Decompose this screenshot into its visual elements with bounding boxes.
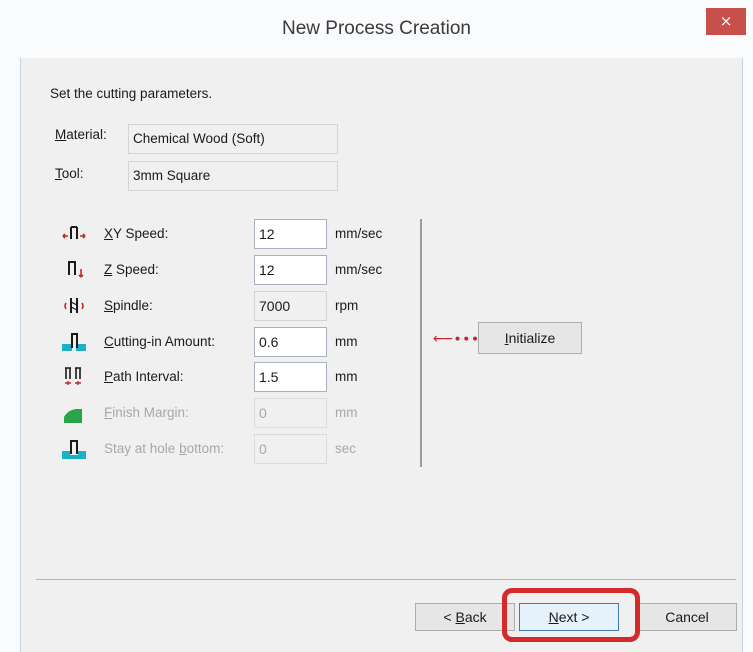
xy-speed-icon	[62, 226, 86, 239]
instruction-text: Set the cutting parameters.	[50, 86, 213, 101]
spindle-label: Spindle:	[104, 298, 153, 313]
close-button[interactable]: ×	[706, 8, 746, 35]
frame-border-left	[0, 58, 21, 652]
xy-speed-label: XY Speed:	[104, 226, 169, 241]
finish-margin-icon	[64, 409, 82, 423]
hole-bottom-icon	[62, 440, 86, 459]
material-field: Chemical Wood (Soft)	[128, 124, 338, 154]
z-speed-unit: mm/sec	[335, 262, 383, 277]
initialize-arrow-icon: ⟵∙∙∙	[433, 331, 480, 347]
horizontal-separator	[36, 579, 736, 580]
next-button-highlight	[502, 588, 640, 642]
path-interval-label: Path Interval:	[104, 369, 184, 384]
cutting-in-input[interactable]: 0.6	[254, 327, 327, 357]
title-bar[interactable]: New Process Creation ×	[0, 0, 753, 58]
cutting-in-unit: mm	[335, 334, 358, 349]
z-speed-label: Z Speed:	[104, 262, 159, 277]
initialize-button[interactable]: Initialize	[478, 322, 582, 354]
z-speed-input[interactable]: 12	[254, 255, 327, 285]
finish-margin-label: Finish Margin:	[104, 405, 189, 420]
tool-label: Tool:	[55, 166, 84, 181]
hole-bottom-unit: sec	[335, 441, 357, 456]
cancel-button[interactable]: Cancel	[637, 603, 737, 631]
path-interval-unit: mm	[335, 369, 358, 384]
spindle-unit: rpm	[335, 298, 359, 313]
material-label: Material:	[55, 127, 107, 142]
z-speed-icon	[68, 261, 84, 278]
window-title: New Process Creation	[281, 18, 472, 39]
cutting-in-icon	[62, 333, 86, 351]
hole-bottom-label: Stay at hole bottom:	[104, 441, 225, 456]
hole-bottom-input[interactable]: 0	[254, 434, 327, 464]
back-button[interactable]: < Back	[415, 603, 515, 631]
spindle-icon	[64, 298, 84, 313]
path-interval-input[interactable]: 1.5	[254, 362, 327, 392]
dialog-window: New Process Creation × Set the cutting p…	[0, 0, 753, 652]
finish-margin-input[interactable]: 0	[254, 398, 327, 428]
frame-border-right	[742, 58, 753, 652]
finish-margin-unit: mm	[335, 405, 358, 420]
cutting-in-label: Cutting-in Amount:	[104, 334, 216, 349]
vertical-separator	[420, 219, 422, 467]
xy-speed-input[interactable]: 12	[254, 219, 327, 249]
tool-field: 3mm Square	[128, 161, 338, 191]
xy-speed-unit: mm/sec	[335, 226, 383, 241]
spindle-input[interactable]: 7000	[254, 291, 327, 321]
path-interval-icon	[65, 367, 81, 385]
